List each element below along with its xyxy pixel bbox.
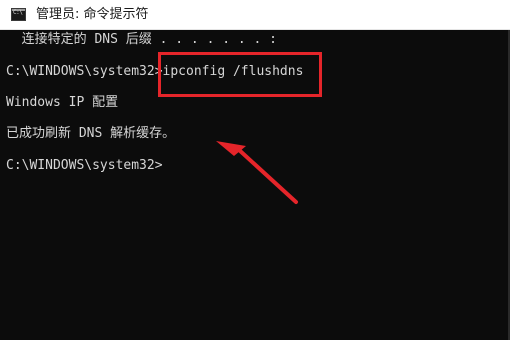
cmd-icon: C:\ [11, 8, 26, 21]
console-line: Windows IP 配置 [6, 95, 119, 110]
command-prompt-window: C:\ 管理员: 命令提示符 连接特定的 DNS 后缀 . . . . . . … [0, 0, 510, 340]
title-bar[interactable]: C:\ 管理员: 命令提示符 [0, 0, 510, 30]
window-title: 管理员: 命令提示符 [36, 7, 149, 22]
console-line-success: 已成功刷新 DNS 解析缓存。 [6, 126, 176, 141]
console-prompt[interactable]: C:\WINDOWS\system32> [6, 158, 163, 174]
console-line: 连接特定的 DNS 后缀 . . . . . . . : [6, 32, 278, 47]
command-highlight-box [158, 52, 322, 97]
cmd-icon-glyph: C:\ [13, 9, 23, 16]
